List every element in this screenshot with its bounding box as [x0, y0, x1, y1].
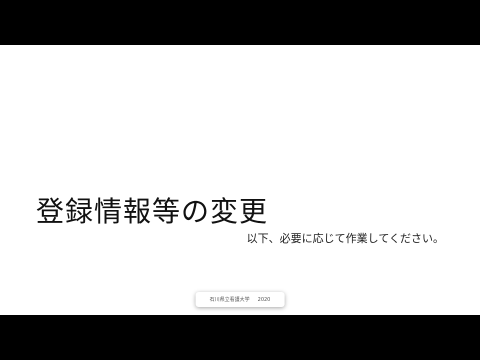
- letterbox-bottom: [0, 315, 480, 360]
- slide-title: 登録情報等の変更: [36, 195, 269, 228]
- footer-year: 2020: [257, 296, 271, 303]
- letterbox-top: [0, 0, 480, 45]
- footer-badge: 石川県立看護大学 2020: [195, 292, 285, 307]
- slide-subtitle: 以下、必要に応じて作業してください。: [246, 232, 444, 245]
- footer-institution: 石川県立看護大学: [209, 297, 250, 303]
- presentation-slide: 登録情報等の変更 以下、必要に応じて作業してください。 石川県立看護大学 202…: [0, 45, 480, 315]
- video-frame: 登録情報等の変更 以下、必要に応じて作業してください。 石川県立看護大学 202…: [0, 0, 480, 360]
